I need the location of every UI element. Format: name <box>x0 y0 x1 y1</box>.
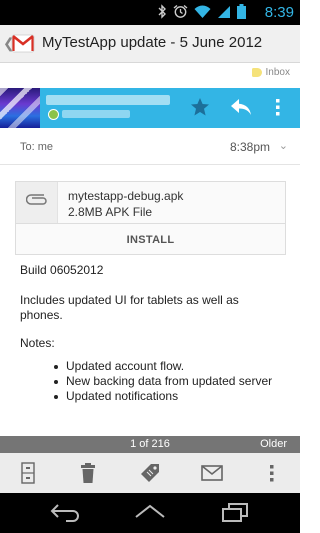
sender-name-redacted <box>46 95 170 105</box>
sender-email-redacted <box>62 110 130 118</box>
toolbar-overflow-button[interactable] <box>252 453 292 493</box>
avatar[interactable] <box>0 88 40 128</box>
system-nav-bar <box>0 493 300 533</box>
status-bar: 8:39 <box>0 0 300 25</box>
wifi-icon <box>194 5 211 18</box>
bluetooth-icon <box>158 4 166 19</box>
label-row: Inbox <box>0 63 300 88</box>
battery-icon <box>237 4 246 19</box>
message-count: 1 of 216 <box>130 438 170 450</box>
overflow-menu-icon <box>270 465 274 482</box>
mark-unread-button[interactable] <box>192 453 232 493</box>
label-button[interactable] <box>130 453 170 493</box>
label-tag-icon <box>251 68 262 77</box>
action-bar: ❮ MyTestApp update - 5 June 2012 <box>0 25 300 63</box>
reply-icon[interactable] <box>230 98 252 116</box>
older-button[interactable]: Older <box>260 438 287 450</box>
status-icons <box>157 4 246 19</box>
paperclip-icon <box>26 194 47 205</box>
attachment-icon-box <box>16 182 58 223</box>
notes-list: Updated account flow. New backing data f… <box>54 359 272 404</box>
archive-icon <box>21 462 35 484</box>
presence-indicator <box>48 109 59 120</box>
archive-button[interactable] <box>8 453 48 493</box>
star-icon[interactable] <box>190 97 210 117</box>
inbox-label-text: Inbox <box>265 67 290 78</box>
status-time: 8:39 <box>264 4 294 21</box>
to-value: me <box>37 141 54 153</box>
alarm-icon <box>173 4 188 18</box>
page-title: MyTestApp update - 5 June 2012 <box>42 34 263 51</box>
back-nav-icon[interactable] <box>48 501 82 523</box>
home-nav-icon[interactable] <box>133 501 167 523</box>
label-icon <box>141 464 159 482</box>
sender-header[interactable] <box>0 88 300 128</box>
overflow-menu-icon[interactable] <box>275 98 281 116</box>
body-build: Build 06052012 <box>20 263 104 277</box>
delete-icon <box>81 463 95 483</box>
list-item: New backing data from updated server <box>54 374 272 389</box>
chevron-down-icon[interactable]: ⌄ <box>279 139 288 152</box>
gmail-icon[interactable] <box>11 32 35 54</box>
list-item: Updated notifications <box>54 389 272 404</box>
attachment-card[interactable]: mytestapp-debug.apk 2.8MB APK File INSTA… <box>15 181 286 255</box>
bottom-toolbar <box>0 453 300 494</box>
recipient-row[interactable]: To: me 8:38pm ⌄ <box>0 128 300 165</box>
mark-unread-icon <box>201 465 223 481</box>
pager: 1 of 216 Older <box>0 436 300 453</box>
install-button[interactable]: INSTALL <box>16 223 285 255</box>
attachment-filename: mytestapp-debug.apk <box>68 189 184 203</box>
body-notes-label: Notes: <box>20 336 55 350</box>
inbox-label[interactable]: Inbox <box>251 67 290 78</box>
delete-button[interactable] <box>68 453 108 493</box>
recipient-label: To: me <box>20 141 53 153</box>
signal-icon <box>218 5 230 18</box>
to-label: To: <box>20 141 35 153</box>
recents-nav-icon[interactable] <box>220 501 250 523</box>
body-includes: Includes updated UI for tablets as well … <box>20 293 239 322</box>
message-time: 8:38pm <box>229 140 270 154</box>
list-item: Updated account flow. <box>54 359 272 374</box>
attachment-size: 2.8MB APK File <box>68 205 153 219</box>
